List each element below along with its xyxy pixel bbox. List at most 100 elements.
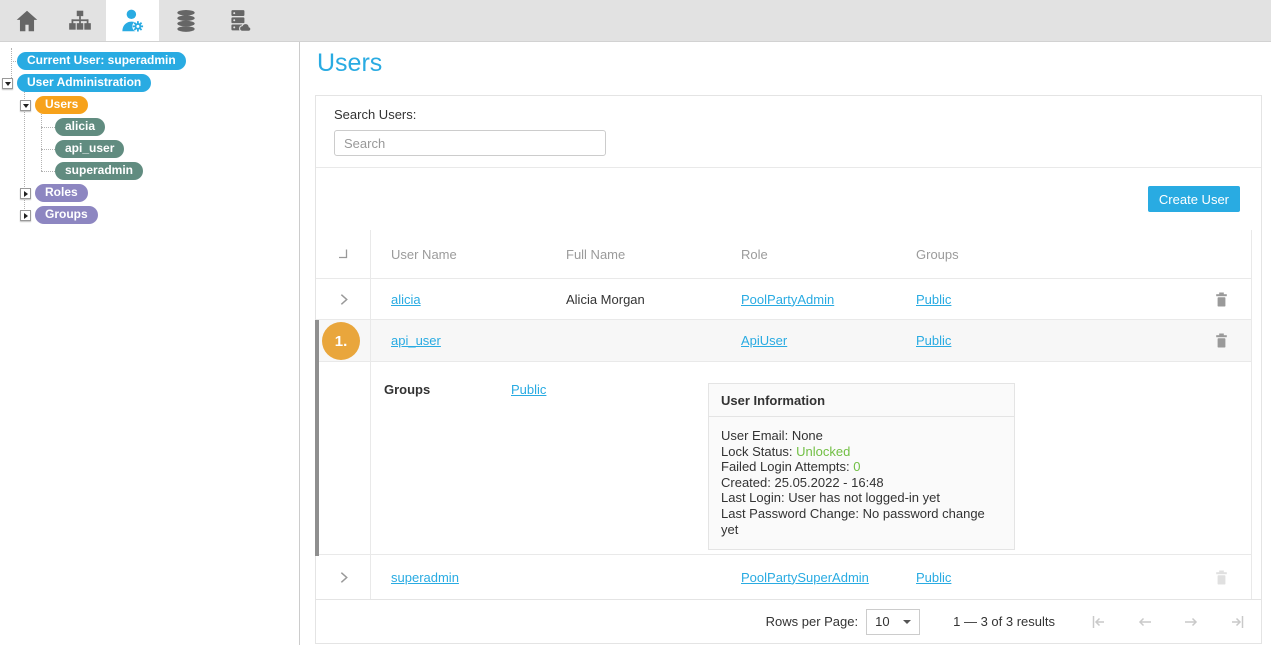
search-users-label: Search Users: [334,107,1243,122]
failed-attempts-value: 0 [853,459,860,474]
triangle-right-icon [24,213,28,219]
expand-toggle[interactable] [20,100,31,111]
lock-status-value: Unlocked [796,444,850,459]
tree-node-roles: Roles [0,182,299,204]
info-line-last-login: Last Login: User has not logged-in yet [721,490,1002,506]
column-header-full-name: Full Name [546,247,721,262]
detail-groups-link[interactable]: Public [511,382,546,397]
home-icon [14,8,40,34]
superadmin-pill[interactable]: superadmin [55,162,143,180]
detail-groups-label: Groups [384,382,430,397]
user-information-box: User Information User Email: None Lock S… [708,383,1015,550]
rows-per-page-select[interactable]: 10 [866,609,920,635]
first-page-button[interactable] [1089,614,1109,630]
delete-user-trash-icon[interactable] [1215,292,1228,307]
tree-node-groups: Groups [0,204,299,226]
tree-node-user-administration: User Administration [0,72,299,94]
user-name-link[interactable]: superadmin [391,570,459,585]
actions-section: Create User [316,168,1261,230]
role-link[interactable]: PoolPartySuperAdmin [741,570,869,585]
triangle-right-icon [24,191,28,197]
search-input[interactable] [334,130,606,156]
groups-link[interactable]: Public [916,570,951,585]
search-section: Search Users: [316,96,1261,168]
next-page-button[interactable] [1181,614,1201,630]
info-line-created: Created: 25.05.2022 - 16:48 [721,475,1002,491]
users-pill[interactable]: Users [35,96,88,114]
collapse-all-icon[interactable] [336,247,350,261]
users-table: User Name Full Name Role Groups alicia A… [316,230,1252,599]
page-title: Users [317,48,1271,78]
info-line-lock-status: Lock Status: Unlocked [721,444,1002,460]
user-name-link[interactable]: api_user [391,333,441,348]
tree-node-api-user: api_user [0,138,299,160]
role-link[interactable]: PoolPartyAdmin [741,292,834,307]
delete-user-trash-icon[interactable] [1215,333,1228,348]
column-header-groups: Groups [896,247,1071,262]
home-button[interactable] [0,0,53,41]
top-toolbar [0,0,1271,42]
table-header-row: User Name Full Name Role Groups [316,230,1251,278]
annotation-highlight-bar [315,320,319,556]
database-button[interactable] [159,0,212,41]
server-cloud-icon [226,8,252,34]
tree-node-current-user: Current User: superadmin [0,50,299,72]
user-admin-gear-icon [119,7,146,34]
next-page-icon [1181,614,1201,630]
sitemap-button[interactable] [53,0,106,41]
reports-button[interactable] [212,0,265,41]
roles-pill[interactable]: Roles [35,184,88,202]
delete-user-trash-icon-disabled [1215,570,1228,585]
full-name-cell: Alicia Morgan [546,292,721,307]
user-administration-pill[interactable]: User Administration [17,74,151,92]
groups-pill[interactable]: Groups [35,206,98,224]
info-line-email: User Email: None [721,428,1002,444]
table-row-superadmin: superadmin PoolPartySuperAdmin Public [316,554,1251,599]
info-line-last-password-change: Last Password Change: No password change… [721,506,1002,537]
database-icon [173,8,199,34]
alicia-pill[interactable]: alicia [55,118,105,136]
role-link[interactable]: ApiUser [741,333,787,348]
last-page-icon [1227,614,1247,630]
table-row-alicia: alicia Alicia Morgan PoolPartyAdmin Publ… [316,278,1251,319]
column-header-role: Role [721,247,896,262]
user-name-link[interactable]: alicia [391,292,421,307]
groups-link[interactable]: Public [916,292,951,307]
column-header-user-name: User Name [371,247,546,262]
collapse-toggle[interactable] [20,210,31,221]
info-line-failed-attempts: Failed Login Attempts: 0 [721,459,1002,475]
annotation-step-badge: 1. [322,322,360,360]
tree-node-users: Users [0,94,299,116]
caret-down-icon [903,620,911,624]
previous-page-button[interactable] [1135,614,1155,630]
current-user-pill[interactable]: Current User: superadmin [17,52,186,70]
first-page-icon [1089,614,1109,630]
user-information-body: User Email: None Lock Status: Unlocked F… [708,417,1015,550]
tree-node-alicia: alicia [0,116,299,138]
collapse-toggle[interactable] [20,188,31,199]
pagination-bar: Rows per Page: 10 1 — 3 of 3 results [316,599,1261,643]
tree-node-superadmin: superadmin [0,160,299,182]
rows-per-page-value: 10 [875,614,889,629]
users-panel: Search Users: Create User User Name Full… [315,95,1262,644]
sitemap-icon [67,8,93,34]
create-user-button[interactable]: Create User [1148,186,1240,212]
rows-per-page-label: Rows per Page: [766,614,859,629]
previous-page-icon [1135,614,1155,630]
expand-toggle[interactable] [2,78,13,89]
expand-row-chevron-icon[interactable] [336,292,351,307]
pager-buttons [1089,614,1247,630]
user-administration-button[interactable] [106,0,159,41]
last-page-button[interactable] [1227,614,1247,630]
expand-row-chevron-icon[interactable] [336,570,351,585]
triangle-down-icon [23,104,29,108]
expanded-row-detail: Groups Public User Information User Emai… [316,361,1251,554]
api-user-pill[interactable]: api_user [55,140,124,158]
sidebar-tree: Current User: superadmin User Administra… [0,42,300,645]
table-row-api-user: api_user ApiUser Public [316,319,1251,361]
results-count-text: 1 — 3 of 3 results [953,614,1055,629]
user-information-title: User Information [708,383,1015,417]
main-content: Users Search Users: Create User User Nam… [301,42,1271,645]
triangle-down-icon [5,82,11,86]
groups-link[interactable]: Public [916,333,951,348]
